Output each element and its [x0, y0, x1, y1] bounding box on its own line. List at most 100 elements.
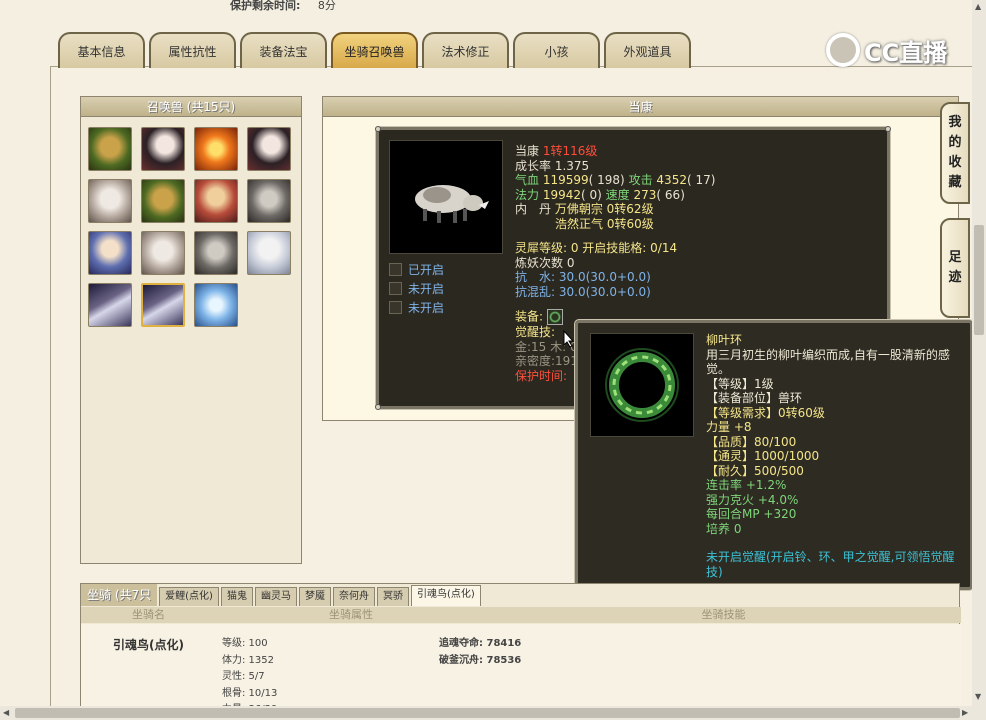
mount-tab[interactable]: 冥骄 — [376, 587, 409, 606]
atk-extra: ( 17) — [686, 173, 716, 187]
willow-ring-graphic — [605, 348, 679, 422]
hp-extra: ( 198) — [588, 173, 625, 187]
item-combo: 连击率 +1.2% — [706, 478, 787, 492]
grey-cat-icon[interactable] — [141, 231, 185, 275]
col-mount-attrs: 坐骑属性 — [329, 608, 373, 621]
item-tooltip: 柳叶环 用三月初生的柳叶编织而成,自有一股清新的感觉。 【等级】1级 【装备部位… — [575, 320, 973, 590]
white-cat-lady-icon[interactable] — [247, 127, 291, 171]
skill-slot-status-list: 已开启 未开启 未开启 — [389, 260, 444, 317]
mount-tab[interactable]: 梦魇 — [298, 587, 331, 606]
item-slot: 【装备部位】兽环 — [706, 391, 803, 405]
boar-icon — [415, 185, 489, 223]
forest-spirit-icon[interactable] — [88, 127, 132, 171]
blade-boar-icon-selected[interactable] — [141, 283, 185, 327]
item-durability: 【耐久】500/500 — [706, 463, 804, 478]
mount-stat: 根骨: 10/13 — [222, 687, 278, 699]
grey-cat-icon[interactable] — [88, 179, 132, 223]
main-tabs: 基本信息 属性抗性 装备法宝 坐骑召唤兽 法术修正 小孩 外观道具 — [58, 32, 691, 68]
item-desc: 用三月初生的柳叶编织而成,自有一股清新的感觉。 — [706, 347, 950, 377]
mount-skills: 追魂夺命: 78416 破釜沉舟: 78536 — [439, 636, 521, 669]
scroll-left-icon[interactable]: ◀ — [3, 708, 9, 717]
wolf-icon[interactable] — [247, 179, 291, 223]
slot-box-icon — [389, 301, 402, 314]
hp-value: 119599 — [542, 173, 589, 187]
masked-lady-icon[interactable] — [88, 231, 132, 275]
corner-rivet — [375, 404, 381, 410]
tab-attributes[interactable]: 属性抗性 — [149, 32, 236, 68]
footprint-button[interactable]: 足 迹 — [940, 218, 970, 318]
wolf-icon[interactable] — [194, 231, 238, 275]
atk-value: 4352 — [656, 173, 687, 187]
mount-tab[interactable]: 猫鬼 — [220, 587, 253, 606]
item-fire: 强力克火 +4.0% — [706, 492, 799, 507]
mount-tab[interactable]: 幽灵马 — [254, 587, 297, 606]
item-strength: 力量 +8 — [706, 420, 752, 434]
neidan-2[interactable]: 浩然正气 0转60级 — [555, 217, 654, 231]
spd-label: 速度 — [605, 187, 630, 202]
corner-rivet — [885, 126, 891, 132]
mp-label: 法力 — [515, 187, 540, 202]
stream-logo: CC直播 — [826, 30, 956, 70]
tab-appearance[interactable]: 外观道具 — [604, 32, 691, 68]
forest-spirit-icon[interactable] — [141, 179, 185, 223]
horizontal-scrollbar[interactable]: ◀ ▶ — [0, 706, 986, 720]
tab-child[interactable]: 小孩 — [513, 32, 600, 68]
tooltip-text: 柳叶环 用三月初生的柳叶编织而成,自有一股清新的感觉。 【等级】1级 【装备部位… — [706, 333, 968, 579]
skill-slot-status: 未开启 — [389, 298, 444, 317]
pet-level: 1转116级 — [542, 144, 598, 158]
mount-skill: 追魂夺命: 78416 — [439, 638, 522, 649]
atk-label: 攻击 — [628, 173, 653, 187]
favorites-char: 藏 — [948, 175, 962, 190]
fire-spirit-icon[interactable] — [194, 127, 238, 171]
vertical-scroll-thumb[interactable] — [974, 225, 984, 335]
mount-stat: 灵性: 5/7 — [222, 671, 265, 682]
my-favorites-button[interactable]: 我 的 收 藏 — [940, 102, 970, 204]
mp-extra: ( 0) — [581, 187, 602, 202]
white-haired-spirit-icon[interactable] — [247, 231, 291, 275]
white-cat-lady-icon[interactable] — [141, 127, 185, 171]
neidan-line: 内 丹 万佛朝宗 0转62级 — [515, 202, 715, 217]
mount-tabs: 坐骑 (共7只 爱鲤(点化) 猫鬼 幽灵马 梦魇 奈何舟 冥骄 引魂鸟(点化) — [81, 584, 481, 606]
mouse-cursor-icon — [563, 330, 575, 348]
mount-tab[interactable]: 爱鲤(点化) — [159, 587, 219, 606]
item-cultivate: 培养 0 — [706, 521, 742, 536]
scroll-up-icon[interactable]: ▲ — [975, 2, 981, 11]
hp-atk-line: 气血 119599( 198) 攻击 4352( 17) — [515, 173, 715, 188]
tab-equipment[interactable]: 装备法宝 — [240, 32, 327, 68]
scroll-right-icon[interactable]: ▶ — [962, 708, 968, 717]
col-mount-name: 坐骑名 — [132, 608, 165, 621]
mount-panel: 坐骑 (共7只 爱鲤(点化) 猫鬼 幽灵马 梦魇 奈何舟 冥骄 引魂鸟(点化) … — [80, 583, 961, 720]
vertical-scrollbar[interactable]: ▲ ▼ — [972, 0, 986, 706]
mount-stat: 体力: 1352 — [222, 654, 274, 666]
slot-box-icon — [389, 282, 402, 295]
ice-crystal-icon[interactable] — [194, 283, 238, 327]
tab-spell-mods[interactable]: 法术修正 — [422, 32, 509, 68]
pet-list-panel: 召唤兽 (共15只) — [80, 96, 302, 564]
witch-icon[interactable] — [194, 179, 238, 223]
mount-title: 坐骑 (共7只 — [81, 584, 158, 606]
tab-mount-pets[interactable]: 坐骑召唤兽 — [331, 32, 418, 68]
neidan-label: 内 丹 — [515, 202, 552, 216]
favorites-char: 我 — [948, 115, 962, 130]
equip-slot-icon[interactable] — [546, 309, 563, 325]
scroll-down-icon[interactable]: ▼ — [975, 692, 981, 701]
slot-status-label: 未开启 — [408, 301, 445, 315]
pet-portrait — [389, 140, 503, 254]
lingxi-level: 灵犀等级: 0 开启技能格: 0/14 — [515, 241, 678, 255]
item-req: 【等级需求】0转60级 — [706, 405, 825, 420]
horizontal-scroll-thumb[interactable] — [15, 708, 960, 718]
mount-tab[interactable]: 奈何舟 — [332, 587, 375, 606]
spd-extra: ( 66) — [656, 187, 685, 202]
willow-ring-icon — [590, 333, 694, 437]
hp-label: 气血 — [515, 173, 540, 187]
tab-basic-info[interactable]: 基本信息 — [58, 32, 145, 68]
protection-time-status: 保护剩余时间: 8分 — [230, 0, 336, 12]
blade-boar-icon[interactable] — [88, 283, 132, 327]
logo-mark-icon — [826, 33, 860, 67]
footprint-char: 迹 — [948, 270, 962, 285]
mount-tab-active[interactable]: 引魂鸟(点化) — [410, 585, 481, 606]
neidan-1[interactable]: 万佛朝宗 0转62级 — [555, 202, 654, 216]
col-mount-skills: 坐骑技能 — [701, 608, 746, 621]
